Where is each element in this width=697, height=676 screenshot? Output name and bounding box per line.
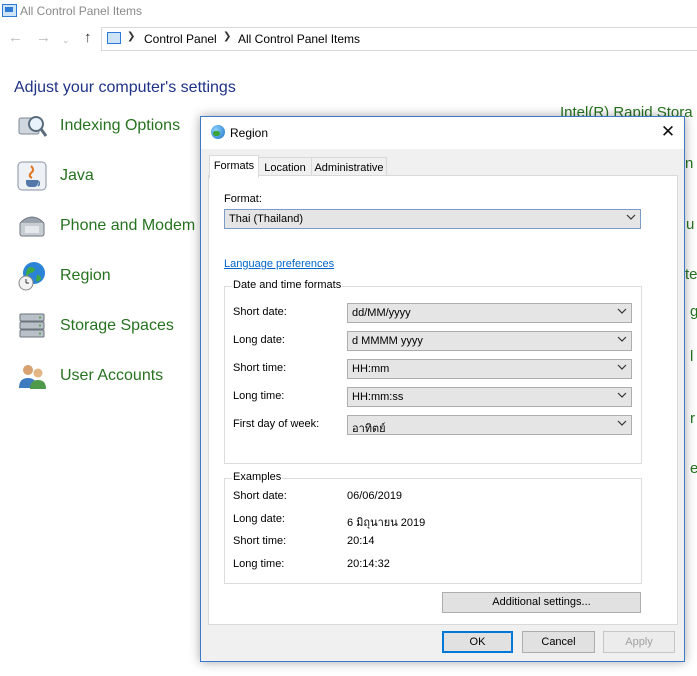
phone-icon — [19, 216, 45, 237]
format-dropdown[interactable]: Thai (Thailand) — [224, 209, 641, 229]
item-label: Indexing Options — [60, 117, 181, 134]
long-date-label: Long date: — [233, 334, 285, 346]
region-dialog: Region ✕ Formats Location Administrative… — [200, 116, 685, 662]
example-long-time-label: Long time: — [233, 558, 285, 570]
breadcrumb-control-panel[interactable]: Control Panel — [144, 32, 217, 46]
item-partial-text: g — [690, 303, 697, 320]
additional-settings-button[interactable]: Additional settings... — [442, 592, 641, 613]
language-preferences-link[interactable]: Language preferences — [224, 258, 334, 270]
item-label: Region — [60, 267, 111, 284]
users-icon — [19, 365, 46, 389]
breadcrumb-all-items[interactable]: All Control Panel Items — [238, 32, 360, 46]
long-time-dropdown[interactable]: HH:mm:ss — [347, 387, 632, 407]
item-partial-text: l — [690, 348, 694, 365]
item-region[interactable]: Region — [16, 260, 216, 292]
chevron-down-icon — [617, 420, 627, 426]
java-icon — [17, 161, 47, 191]
format-label: Format: — [224, 193, 262, 205]
recent-locations-chevron-icon[interactable]: ⌄ — [62, 31, 70, 49]
region-globe-icon — [211, 125, 225, 139]
short-time-label: Short time: — [233, 362, 287, 374]
example-long-date-value: 6 มิถุนายน 2019 — [347, 517, 426, 529]
item-partial-text: te — [685, 266, 697, 283]
item-indexing-options[interactable]: Indexing Options — [16, 110, 216, 142]
control-panel-icon — [2, 4, 17, 17]
up-arrow-icon[interactable]: ↑ — [84, 29, 92, 47]
apply-button[interactable]: Apply — [603, 631, 675, 653]
ok-button[interactable]: OK — [442, 631, 513, 653]
example-short-date-value: 06/06/2019 — [347, 490, 403, 502]
format-value: Thai (Thailand) — [229, 213, 303, 225]
dialog-title: Region — [230, 126, 269, 140]
short-date-dropdown[interactable]: dd/MM/yyyy — [347, 303, 632, 323]
item-label: Storage Spaces — [60, 317, 174, 334]
item-user-accounts[interactable]: User Accounts — [16, 360, 216, 392]
short-date-label: Short date: — [233, 306, 287, 318]
first-day-of-week-dropdown[interactable]: อาทิตย์ — [347, 415, 632, 435]
chevron-down-icon — [617, 308, 627, 314]
cancel-button[interactable]: Cancel — [522, 631, 595, 653]
item-phone-and-modem[interactable]: Phone and Modem — [16, 210, 216, 242]
long-date-value: d MMMM yyyy — [352, 335, 423, 347]
short-time-dropdown[interactable]: HH:mm — [347, 359, 632, 379]
back-arrow-icon[interactable]: ← — [8, 29, 23, 47]
item-label: User Accounts — [60, 367, 164, 384]
tab-formats[interactable]: Formats — [209, 155, 259, 178]
forward-arrow-icon[interactable]: → — [36, 29, 51, 47]
indexing-icon — [18, 116, 48, 137]
breadcrumb-chevron-icon[interactable]: ❯ — [127, 31, 135, 42]
chevron-down-icon — [626, 214, 636, 220]
long-time-value: HH:mm:ss — [352, 391, 404, 403]
item-partial-text: e — [690, 460, 697, 477]
example-long-date-label: Long date: — [233, 513, 285, 525]
first-day-of-week-value: อาทิตย์ — [352, 423, 386, 435]
chevron-down-icon — [617, 364, 627, 370]
formats-tab-panel: Format: Thai (Thailand) Language prefere… — [208, 175, 678, 625]
item-partial-text: n — [685, 155, 694, 172]
example-short-time-label: Short time: — [233, 535, 287, 547]
item-java[interactable]: Java — [16, 160, 216, 192]
first-day-of-week-label: First day of week: — [233, 418, 320, 430]
short-date-value: dd/MM/yyyy — [352, 307, 411, 319]
address-bar[interactable]: ❯ Control Panel ❯ All Control Panel Item… — [101, 27, 697, 51]
example-short-time-value: 20:14 — [347, 535, 375, 547]
item-storage-spaces[interactable]: Storage Spaces — [16, 310, 216, 342]
example-long-time-value: 20:14:32 — [347, 558, 390, 570]
close-icon[interactable]: ✕ — [657, 122, 679, 142]
navigation-bar: ← → ⌄ ↑ ❯ Control Panel ❯ All Control Pa… — [0, 27, 697, 51]
short-time-value: HH:mm — [352, 363, 390, 375]
window-title: All Control Panel Items — [20, 4, 143, 18]
dialog-titlebar[interactable]: Region ✕ — [201, 117, 684, 149]
example-short-date-label: Short date: — [233, 490, 287, 502]
storage-icon — [19, 313, 45, 338]
item-partial-text: u — [686, 216, 695, 233]
window-titlebar: All Control Panel Items — [0, 0, 697, 22]
chevron-down-icon — [617, 336, 627, 342]
item-label: Phone and Modem — [60, 217, 196, 234]
region-globe-icon — [18, 262, 45, 291]
page-heading: Adjust your computer's settings — [14, 79, 236, 96]
item-label: Java — [60, 167, 94, 184]
date-time-formats-title: Date and time formats — [232, 279, 343, 291]
examples-title: Examples — [232, 471, 283, 483]
breadcrumb-chevron-icon[interactable]: ❯ — [223, 31, 231, 42]
long-date-dropdown[interactable]: d MMMM yyyy — [347, 331, 632, 351]
chevron-down-icon — [617, 392, 627, 398]
control-panel-icon — [107, 32, 121, 44]
item-partial-text: r — [690, 410, 695, 427]
long-time-label: Long time: — [233, 390, 285, 402]
